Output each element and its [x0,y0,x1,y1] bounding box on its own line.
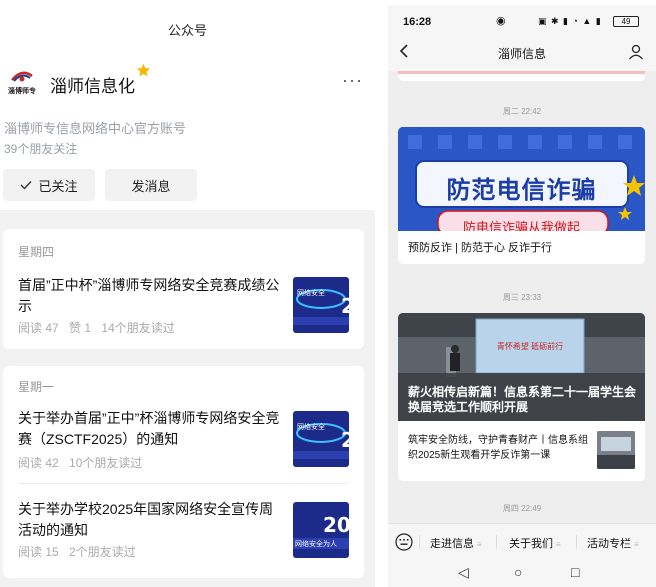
article-meta: 阅读 15 2个朋友读过 [18,543,143,560]
message-timestamp: 周三 23:33 [502,293,542,302]
message-timestamp: 周四 22:49 [502,504,542,513]
article-title[interactable]: 关于举办学校2025年国家网络安全宣传周活动的通知 [18,499,280,541]
divider [18,483,348,484]
menu-item-about-us[interactable]: 关于我们 ≡ [509,535,561,551]
system-navigation-bar: ◁ ○ □ [388,559,656,587]
keyboard-icon[interactable] [395,533,413,551]
menu-dot-icon: ≡ [634,540,639,549]
status-icons: ▣ ✱ ▮ ◔ ▲ ▮ [538,16,602,26]
friends-read: 14个朋友读过 [101,321,175,335]
message-timestamp: 周二 22:42 [502,107,542,116]
menu-item-activities[interactable]: 活动专栏 ≡ [587,535,639,551]
read-count: 阅读 15 [18,545,59,559]
thumbnail-text: 网络安全为人 [295,541,337,548]
followed-label: 已关注 [38,178,78,194]
thumbnail-text: 网络安全 [297,290,325,297]
svg-text:2: 2 [341,428,349,452]
article-title[interactable]: 关于举办首届”正中”杯淄博师专网络安全竞赛（ZSCTF2025）的通知 [18,408,280,450]
like-count: 赞 1 [69,321,92,335]
phone-chat-screen: 16:28 ◉ ▣ ✱ ▮ ◔ ▲ ▮ 49 淄师信息 周二 22:42 防范电… [388,5,656,587]
news-cover-image: 防范电信诈骗 防电信诈骗从我做起 [398,127,645,231]
menu-separator [496,535,497,549]
svg-text:2: 2 [341,294,349,318]
article-meta: 阅读 47 赞 1 14个朋友读过 [18,319,182,336]
news-sub-thumbnail[interactable] [597,431,635,469]
screen-text: 青怀希望 砥砺前行 [496,342,564,351]
day-label: 星期四 [18,245,55,259]
banner-title: 防范电信诈骗 [446,177,597,204]
thumbnail-text: 网络安全 [297,424,325,431]
status-bar: 16:28 ◉ ▣ ✱ ▮ ◔ ▲ ▮ 49 [388,5,656,35]
home-circle-icon[interactable]: ○ [514,564,522,580]
menu-dot-icon: ≡ [556,540,561,549]
news-cover-image: 青怀希望 砥砺前行 薪火相传启新篇！信息系第二十一届学生会换届竞选工作顺利开展 [398,313,645,421]
read-count: 阅读 42 [18,456,59,470]
chat-title: 淄师信息 [497,47,546,61]
menu-separator [419,535,420,549]
news-subheadline[interactable]: 筑牢安全防线，守护青春财产丨信息系组织2025新生观看开学反诈第一课 [408,433,590,463]
article-title[interactable]: 首届”正中杯”淄博师专网络安全竞赛成绩公示 [18,275,280,317]
article-thumbnail[interactable]: 2 网络安全 [293,411,349,467]
battery-icon: 49 [613,16,639,27]
menu-item-label: 活动专栏 [587,538,631,550]
article-meta: 阅读 42 10个朋友读过 [18,454,149,471]
svg-text:202: 202 [323,513,349,537]
previous-message-card[interactable] [398,71,645,81]
star-icon[interactable] [136,63,151,78]
official-account-panel: 公众号 淄博师专 淄师信息化 ··· 淄博师专信息网络中心官方账号 39个朋友关… [0,0,375,587]
account-name[interactable]: 淄师信息化 [50,72,135,97]
news-card[interactable]: 防范电信诈骗 防电信诈骗从我做起 预防反诈 | 防范于心 反诈于行 [398,127,645,264]
eye-icon: ◉ [496,15,506,27]
account-menu-bar: 走进信息 ≡ 关于我们 ≡ 活动专栏 ≡ [388,523,656,559]
article-group-card: 星期四 首届”正中杯”淄博师专网络安全竞赛成绩公示 阅读 47 赞 1 14个朋… [3,229,364,349]
profile-icon[interactable] [628,44,644,60]
menu-separator [576,535,577,549]
more-options-icon[interactable]: ··· [342,70,363,91]
news-caption: 预防反诈 | 防范于心 反诈于行 [408,242,553,254]
news-headline: 薪火相传启新篇！信息系第二十一届学生会换届竞选工作顺利开展 [408,385,637,414]
followed-button[interactable]: 已关注 [3,169,95,201]
menu-item-label: 关于我们 [509,538,553,550]
recents-square-icon[interactable]: □ [571,564,579,580]
friends-read: 10个朋友读过 [69,456,143,470]
status-time: 16:28 [403,16,432,28]
account-header: 公众号 淄博师专 淄师信息化 ··· 淄博师专信息网络中心官方账号 39个朋友关… [0,0,375,210]
article-thumbnail[interactable]: 202 网络安全为人 [293,502,349,558]
back-triangle-icon[interactable]: ◁ [458,564,469,581]
article-thumbnail[interactable]: 2 网络安全 [293,277,349,333]
nav-title: 公众号 [167,23,207,38]
menu-dot-icon: ≡ [477,540,482,549]
banner-subtitle: 防电信诈骗从我做起 [462,220,580,231]
followers-count: 39个朋友关注 [4,142,78,156]
news-card[interactable]: 青怀希望 砥砺前行 薪火相传启新篇！信息系第二十一届学生会换届竞选工作顺利开展 … [398,313,645,481]
menu-item-about-info[interactable]: 走进信息 ≡ [430,535,482,551]
account-logo[interactable]: 淄博师专 [6,66,38,96]
check-icon [20,181,32,190]
account-description: 淄博师专信息网络中心官方账号 [4,121,187,136]
day-label: 星期一 [18,380,55,394]
menu-item-label: 走进信息 [430,538,474,550]
chat-header: 淄师信息 [388,35,656,71]
send-message-button[interactable]: 发消息 [105,169,197,201]
article-group-card: 星期一 关于举办首届”正中”杯淄博师专网络安全竞赛（ZSCTF2025）的通知 … [3,366,364,578]
read-count: 阅读 47 [18,321,59,335]
friends-read: 2个朋友读过 [69,545,136,559]
account-logo-text: 淄博师专 [8,88,36,95]
message-label: 发消息 [131,178,171,194]
